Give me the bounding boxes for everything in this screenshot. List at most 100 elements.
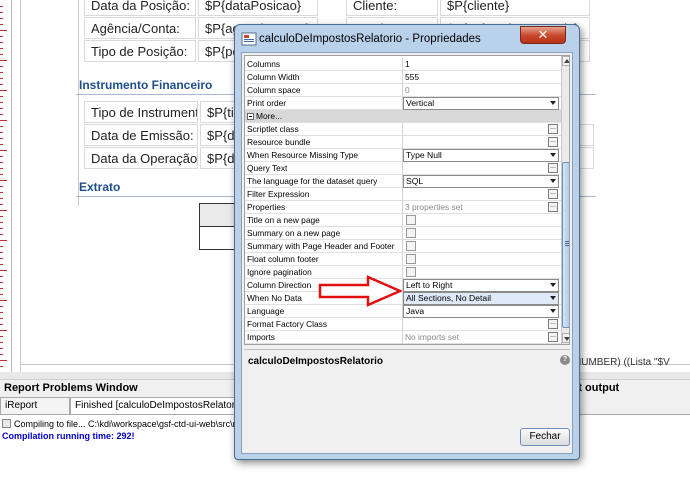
property-dropdown[interactable]: Left to Right: [403, 279, 559, 292]
fechar-button[interactable]: Fechar: [520, 428, 570, 446]
property-row-filter-expression[interactable]: Filter Expression...: [245, 188, 562, 201]
property-row-ignore-pagination[interactable]: Ignore pagination: [245, 266, 562, 279]
field-value-cliente[interactable]: $P{cliente}: [440, 0, 590, 16]
dialog-titlebar[interactable]: calculoDeImpostosRelatorio - Propriedade…: [235, 25, 579, 53]
ruler-tick: [0, 228, 3, 229]
tab-ireport-console[interactable]: iReport console: [0, 397, 70, 427]
ellipsis-button[interactable]: ...: [548, 137, 558, 147]
property-dropdown[interactable]: Vertical: [403, 97, 559, 110]
field-label-data-posicao[interactable]: Data da Posição:: [84, 0, 196, 16]
ruler-tick: [0, 6, 3, 7]
property-value[interactable]: 1: [405, 58, 550, 71]
field-label-cliente[interactable]: Cliente:: [346, 0, 438, 16]
property-sheet[interactable]: Columns 1 Column Width 555 Column space 0 Prin…: [244, 55, 570, 345]
property-name: Scriptlet class: [247, 124, 299, 134]
ruler-tick: [0, 240, 7, 241]
ruler-tick: [0, 258, 3, 259]
ruler-tick: [0, 342, 3, 343]
property-value[interactable]: [405, 136, 550, 149]
field-label-data-emissao[interactable]: Data de Emissão:: [84, 124, 198, 146]
property-row-properties[interactable]: Properties 3 properties set...: [245, 201, 562, 214]
property-value[interactable]: 3 properties set: [405, 201, 550, 214]
ruler-tick: [0, 54, 3, 55]
ruler-tick: [0, 48, 3, 49]
ruler-tick: [0, 222, 3, 223]
property-row-column-space[interactable]: Column space 0: [245, 84, 562, 97]
property-dropdown[interactable]: Java: [403, 305, 559, 318]
column-divider: [402, 58, 403, 71]
property-value[interactable]: No imports set: [405, 331, 550, 344]
help-icon[interactable]: ?: [560, 355, 570, 365]
ruler-tick: [0, 84, 3, 85]
field-label-tipo-instrumento[interactable]: Tipo de Instrumento:: [84, 101, 198, 123]
property-checkbox[interactable]: [406, 228, 416, 238]
table-cell[interactable]: [199, 226, 237, 250]
description-title: calculoDeImpostosRelatorio: [248, 356, 384, 367]
property-name: Filter Expression: [247, 189, 310, 199]
ellipsis-button[interactable]: ...: [548, 332, 558, 342]
field-label-tipo-posicao[interactable]: Tipo de Posição:: [84, 40, 196, 62]
column-divider: [402, 240, 403, 253]
property-value[interactable]: [405, 188, 550, 201]
property-checkbox[interactable]: [406, 254, 416, 264]
ellipsis-button[interactable]: ...: [548, 202, 558, 212]
chevron-down-icon: [550, 309, 556, 313]
ruler-tick: [0, 168, 3, 169]
field-label-data-operacao[interactable]: Data da Operação:: [84, 147, 198, 169]
column-divider: [402, 214, 403, 227]
property-row-summary-with-page-header-and-footer[interactable]: Summary with Page Header and Footer: [245, 240, 562, 253]
property-row-column-width[interactable]: Column Width 555: [245, 71, 562, 84]
property-row-column-direction[interactable]: Column Direction Left to Right: [245, 279, 562, 292]
tab-finished[interactable]: Finished [calculoDeImpostosRelatorio.jrx…: [70, 397, 236, 415]
property-dropdown[interactable]: SQL: [403, 175, 559, 188]
ruler-tick: [0, 36, 3, 37]
property-value[interactable]: [405, 162, 550, 175]
property-row-the-language-for-the-dataset-query[interactable]: The language for the dataset query SQL: [245, 175, 562, 188]
ellipsis-button[interactable]: ...: [548, 124, 558, 134]
property-row-more[interactable]: More...: [245, 110, 562, 123]
property-row-language[interactable]: Language Java: [245, 305, 562, 318]
ruler-tick: [0, 300, 7, 301]
property-row-when-resource-missing-type[interactable]: When Resource Missing Type Type Null: [245, 149, 562, 162]
property-row-query-text[interactable]: Query Text...: [245, 162, 562, 175]
property-row-when-no-data[interactable]: When No Data All Sections, No Detail: [245, 292, 562, 305]
property-row-resource-bundle[interactable]: Resource bundle...: [245, 136, 562, 149]
table-header-cell[interactable]: [199, 203, 237, 227]
ellipsis-button[interactable]: ...: [548, 163, 558, 173]
scrollbar-thumb[interactable]: [562, 162, 569, 328]
close-button[interactable]: ✕: [520, 26, 566, 44]
property-row-summary-on-a-new-page[interactable]: Summary on a new page: [245, 227, 562, 240]
property-value[interactable]: 555: [405, 71, 550, 84]
property-checkbox[interactable]: [406, 241, 416, 251]
property-row-imports[interactable]: Imports No imports set...: [245, 331, 562, 344]
field-value-data-posicao[interactable]: $P{dataPosicao}: [198, 0, 318, 16]
ruler-tick: [0, 180, 7, 181]
scroll-down-button[interactable]: [562, 333, 569, 343]
property-value[interactable]: [405, 318, 550, 331]
property-value[interactable]: [405, 123, 550, 136]
property-row-print-order[interactable]: Print order Vertical: [245, 97, 562, 110]
vertical-scrollbar[interactable]: [561, 56, 569, 344]
ruler-tick: [0, 360, 7, 361]
property-row-float-column-footer[interactable]: Float column footer: [245, 253, 562, 266]
property-row-columns[interactable]: Columns 1: [245, 58, 562, 71]
property-row-format-factory-class[interactable]: Format Factory Class...: [245, 318, 562, 331]
property-checkbox[interactable]: [406, 267, 416, 277]
field-label-agencia-conta[interactable]: Agência/Conta:: [84, 17, 196, 39]
scroll-up-button[interactable]: [562, 56, 569, 66]
property-name: Format Factory Class: [247, 319, 328, 329]
property-row-title-on-a-new-page[interactable]: Title on a new page: [245, 214, 562, 227]
property-row-scriptlet-class[interactable]: Scriptlet class...: [245, 123, 562, 136]
ruler-tick: [0, 252, 3, 253]
property-checkbox[interactable]: [406, 215, 416, 225]
property-dropdown[interactable]: All Sections, No Detail: [403, 292, 559, 305]
scroll-grip: [565, 241, 569, 242]
column-divider: [402, 318, 403, 331]
ellipsis-button[interactable]: ...: [548, 189, 558, 199]
property-value[interactable]: 0: [405, 84, 550, 97]
property-dropdown[interactable]: Type Null: [403, 149, 559, 162]
column-divider: [402, 71, 403, 84]
margin-line: [20, 0, 21, 372]
collapse-icon[interactable]: [247, 113, 254, 120]
ellipsis-button[interactable]: ...: [548, 319, 558, 329]
